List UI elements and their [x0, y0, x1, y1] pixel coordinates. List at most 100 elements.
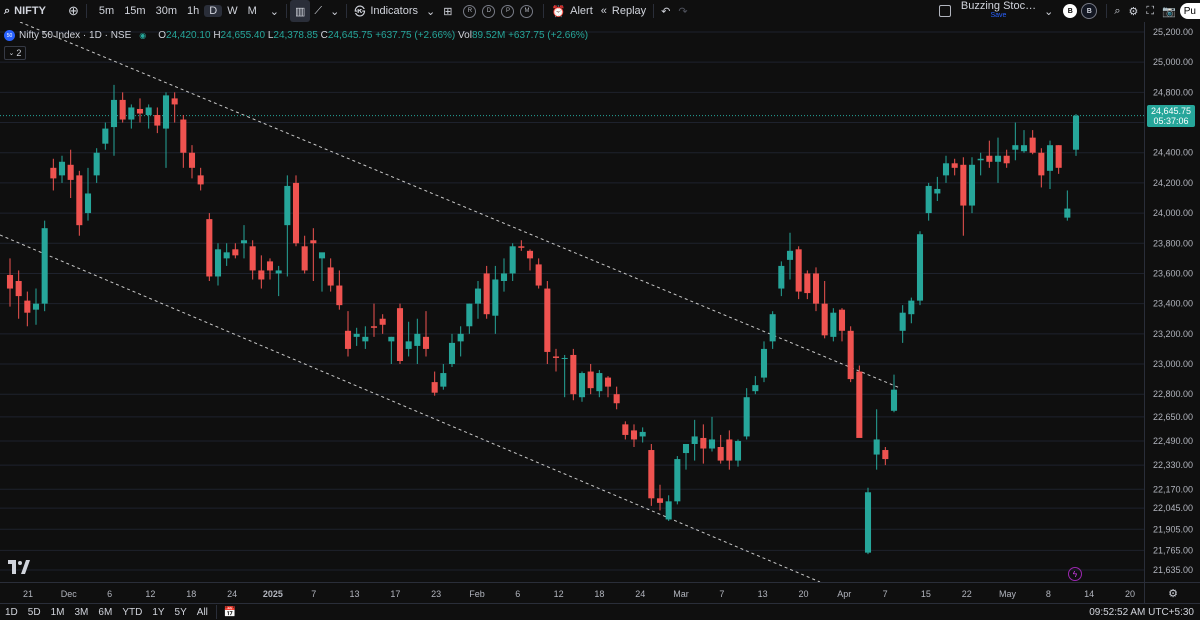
fullscreen-button[interactable]: ⛶ [1142, 0, 1158, 22]
candle-body [336, 285, 343, 306]
high-label: H [213, 30, 221, 41]
layout-menu[interactable]: Buzzing Stoc… Save ⌄ [935, 0, 1057, 22]
candle-body [396, 308, 404, 361]
range-5d[interactable]: 5D [23, 607, 46, 618]
candle-body [206, 219, 213, 277]
tradingview-logo-icon[interactable] [8, 560, 30, 577]
indicators-button[interactable]: ㉿ Indicators [350, 0, 422, 22]
time-tick-label: Dec [61, 589, 78, 599]
layout-name: Buzzing Stoc… [960, 0, 1037, 12]
snapshot-button[interactable]: 📷 [1158, 0, 1180, 22]
candle-body [804, 273, 811, 294]
candle-body [552, 356, 560, 358]
templates-button[interactable]: ⊞ [439, 0, 456, 22]
alert-button[interactable]: ⏰ Alert [547, 0, 596, 22]
time-tick-label: May [999, 589, 1017, 599]
time-tick-label: 22 [962, 589, 972, 599]
candle-body [258, 270, 265, 280]
top-toolbar: ⌕ NIFTY ⊕ 5m 15m 30m 1h D W M ⌄ ▥ ⟋ ⌄ ㉿ Indica… [0, 0, 1200, 23]
interval-15m[interactable]: 15m [119, 5, 150, 17]
circle-button-d[interactable]: D [482, 4, 496, 18]
clock-display[interactable]: 09:52:52 AM UTC+5:30 [1089, 607, 1200, 618]
publish-button[interactable]: Pu [1179, 3, 1200, 19]
circle-button-m[interactable]: M [520, 4, 534, 18]
lightning-icon[interactable]: ϟ [1068, 567, 1082, 581]
date-range-calendar-icon[interactable]: 📅 [220, 607, 240, 618]
candle-body [596, 373, 603, 392]
chevron-down-icon[interactable]: ⌄ [266, 0, 283, 22]
gear-icon: ⚙ [1168, 588, 1178, 600]
interval-m[interactable]: M [243, 5, 262, 17]
line-chart-type-button[interactable]: ⟋ [310, 0, 326, 22]
candle-body [786, 250, 794, 260]
alarm-clock-icon: ⏰ [551, 5, 566, 18]
time-axis-labels: 21 Dec 6 12 18 24 2025 7 13 17 23 Feb 6 12 18 24 Mar 7 13 2… [23, 589, 1135, 599]
candle-body [535, 264, 542, 286]
compare-button[interactable]: ⊕ [64, 0, 83, 22]
price-tick-label: 22,490.00 [1153, 436, 1193, 446]
circle-button-r[interactable]: R [463, 4, 477, 18]
replay-label: Replay [611, 5, 647, 17]
quick-search-button[interactable]: ⌕ [1110, 0, 1124, 22]
time-tick-label: 24 [227, 589, 237, 599]
candle-body [457, 333, 464, 342]
save-link[interactable]: Save [991, 11, 1007, 21]
price-tick-label: 22,330.00 [1153, 460, 1193, 470]
chevron-down-icon[interactable]: ⌄ [326, 0, 343, 22]
candle-body [656, 498, 664, 503]
range-6m[interactable]: 6M [93, 607, 117, 618]
market-status-icon: ◉ [139, 31, 147, 40]
settings-button[interactable]: ⚙ [1124, 0, 1142, 22]
range-1d[interactable]: 1D [0, 607, 23, 618]
chart-pane[interactable] [0, 21, 1144, 583]
chevron-down-icon[interactable]: ⌄ [1044, 5, 1053, 18]
chevron-down-icon[interactable]: ⌄ [422, 0, 439, 22]
candlestick-chart[interactable] [0, 21, 1144, 583]
fullscreen-icon: ⛶ [1146, 4, 1155, 17]
candle-body [448, 342, 456, 365]
candle-body [362, 336, 369, 342]
last-price: 24,645.75 [1150, 106, 1192, 116]
candle-body [899, 312, 906, 331]
candle-body [474, 288, 482, 304]
gear-icon: ⚙ [1128, 5, 1139, 18]
symbol-legend[interactable]: 50 Nifty 50 Index · 1D · NSE ◉ O 24,420.1… [4, 30, 588, 41]
price-tick-label: 24,800.00 [1153, 87, 1193, 97]
range-all[interactable]: All [192, 607, 213, 618]
undo-button[interactable]: ↶ [657, 0, 674, 22]
interval-30m[interactable]: 30m [151, 5, 182, 17]
candle-body [561, 357, 568, 359]
sell-button[interactable]: B [1081, 3, 1098, 19]
range-3m[interactable]: 3M [70, 607, 94, 618]
plus-circle-icon: ⊕ [68, 3, 79, 18]
interval-w[interactable]: W [222, 5, 242, 17]
candle-body [327, 267, 334, 286]
tv-logo-shape [8, 560, 30, 574]
interval-5m[interactable]: 5m [94, 5, 119, 17]
candle-body [154, 115, 161, 126]
time-tick-label: 12 [554, 589, 564, 599]
range-ytd[interactable]: YTD [117, 607, 147, 618]
range-1m[interactable]: 1M [46, 607, 70, 618]
interval-d[interactable]: D [204, 5, 223, 17]
redo-button[interactable]: ↷ [674, 0, 691, 22]
candle-body [743, 397, 750, 437]
axis-settings-button[interactable]: ⚙ [1144, 582, 1200, 604]
symbol-search[interactable]: ⌕ NIFTY [0, 0, 64, 22]
candle-body [613, 394, 620, 404]
circle-button-p[interactable]: P [501, 4, 515, 18]
candle-body [518, 246, 525, 248]
indicators-collapse-button[interactable]: ⌄ 2 [4, 46, 26, 60]
time-tick-label: 20 [1125, 589, 1135, 599]
time-axis[interactable]: 21 Dec 6 12 18 24 2025 7 13 17 23 Feb 6 12 18 24 Mar 7 13 2… [0, 582, 1144, 604]
price-tick-label: 22,650.00 [1153, 412, 1193, 422]
candle-body [370, 326, 378, 328]
candle-body [708, 439, 716, 449]
buy-button[interactable]: B [1063, 4, 1078, 18]
range-1y[interactable]: 1Y [147, 607, 169, 618]
range-5y[interactable]: 5Y [170, 607, 192, 618]
replay-button[interactable]: « Replay [597, 0, 650, 22]
candle-body [492, 279, 499, 316]
interval-1h[interactable]: 1h [182, 5, 204, 17]
candles-chart-type-button[interactable]: ▥ [289, 0, 311, 22]
